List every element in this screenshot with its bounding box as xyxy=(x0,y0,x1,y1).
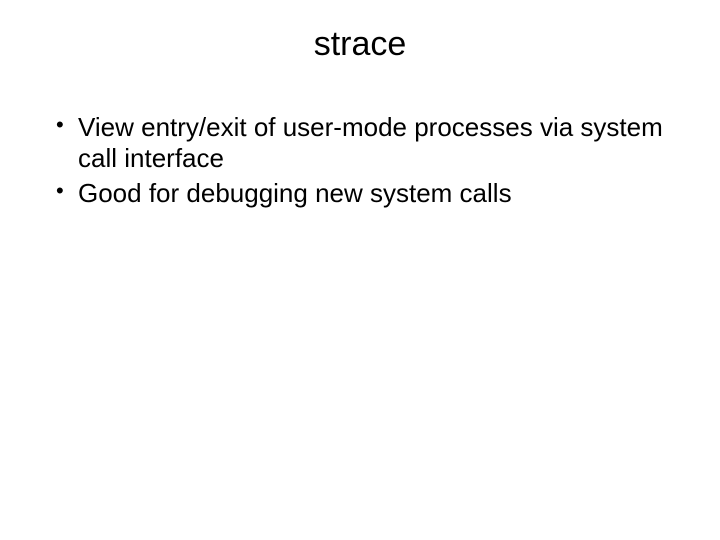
bullet-list: View entry/exit of user-mode processes v… xyxy=(50,112,670,210)
slide-title: strace xyxy=(50,25,670,64)
bullet-item: View entry/exit of user-mode processes v… xyxy=(50,112,670,174)
bullet-item: Good for debugging new system calls xyxy=(50,178,670,209)
slide: strace View entry/exit of user-mode proc… xyxy=(0,0,720,540)
